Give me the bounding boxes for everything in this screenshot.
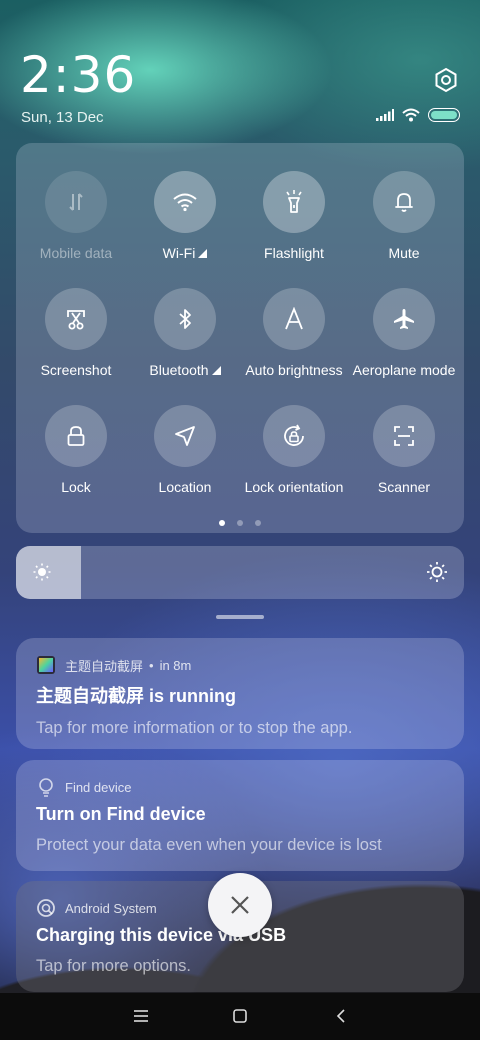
recents-button[interactable] [128,1003,154,1029]
page-indicator [16,520,464,526]
aeroplane-icon [394,309,414,329]
wifi-icon [402,108,420,122]
tile-lock-label: Lock [61,479,91,495]
brightness-low-icon [33,563,51,581]
notification-card[interactable]: Find device Turn on Find device Protect … [16,760,464,871]
location-icon [175,426,195,446]
tile-screenshot-label: Screenshot [40,362,112,378]
quick-settings-panel: Mobile data Wi-Fi Flashlight Mute Screen… [16,143,464,533]
drag-handle[interactable] [216,615,264,619]
wifi-icon [173,193,197,212]
tile-lock-orientation-circle[interactable] [263,405,325,467]
tile-auto-brightness[interactable]: Auto brightness [239,288,349,378]
menu-icon [134,1010,148,1022]
tile-lock[interactable]: Lock [21,405,131,495]
clock-time: 2:36 [20,46,137,104]
notification-body: Protect your data even when your device … [36,836,382,854]
scissors-icon [67,310,85,330]
notification-title: 主题自动截屏 is running [36,686,236,706]
bell-icon [395,193,413,212]
notification-app-name: 主题自动截屏 [65,658,144,674]
home-button[interactable] [227,1003,253,1029]
tile-flashlight[interactable]: Flashlight [239,171,349,261]
navigation-bar [0,993,480,1040]
tile-bluetooth-label: Bluetooth [130,362,240,378]
find-device-icon [36,777,56,797]
settings-button[interactable] [432,66,460,94]
tile-bluetooth-label-text: Bluetooth [149,362,209,378]
tile-scanner-circle[interactable] [373,405,435,467]
mobile-data-icon [69,193,83,211]
tile-mobile-data-circle[interactable] [45,171,107,233]
tile-screenshot-circle[interactable] [45,288,107,350]
notification-header: Find device [36,777,444,797]
page-dot-active[interactable] [219,520,225,526]
tile-location-label: Location [158,479,212,495]
tile-mute-label: Mute [388,245,420,261]
battery-icon [428,108,460,122]
tile-screenshot[interactable]: Screenshot [21,288,131,378]
auto-brightness-icon [285,307,303,330]
tile-mute-circle[interactable] [373,171,435,233]
notification-time: in 8m [159,657,192,673]
tile-mobile-data[interactable]: Mobile data [21,171,131,261]
notification-app-name: Find device [65,779,132,795]
page-dot[interactable] [237,520,243,526]
notification-header: 主题自动截屏 • in 8m [36,656,444,674]
expand-triangle-icon [198,249,208,258]
tile-wifi[interactable]: Wi-Fi [130,171,240,261]
tile-location-circle[interactable] [154,405,216,467]
battery-fill [431,111,457,119]
notification-title: Turn on Find device [36,804,206,824]
tile-aeroplane-circle[interactable] [373,288,435,350]
flashlight-icon [286,190,302,213]
rotation-lock-icon [284,424,304,446]
tile-flashlight-circle[interactable] [263,171,325,233]
tile-flashlight-label: Flashlight [264,245,324,261]
tile-aeroplane-label: Aeroplane mode [352,362,456,378]
tile-scanner[interactable]: Scanner [349,405,459,495]
tile-aeroplane[interactable]: Aeroplane mode [349,288,459,378]
bluetooth-icon [179,309,191,329]
theme-screenshot-app-icon [36,655,56,675]
header-separator: • [149,657,154,673]
home-square-icon [233,1009,247,1023]
tile-scanner-label: Scanner [377,479,431,495]
notification-body: Tap for more options. [36,957,191,975]
tile-auto-brightness-label: Auto brightness [245,362,343,378]
tile-location[interactable]: Location [130,405,240,495]
tile-bluetooth-circle[interactable] [154,288,216,350]
notification-app-name: Android System [65,900,157,916]
tile-wifi-circle[interactable] [154,171,216,233]
lock-icon [67,426,85,446]
tile-lock-orientation-label: Lock orientation [244,479,344,495]
tile-bluetooth[interactable]: Bluetooth [130,288,240,378]
signal-icon [376,109,394,121]
android-system-icon [36,898,56,918]
notification-body: Tap for more information or to stop the … [36,719,353,737]
scanner-icon [394,426,414,446]
tile-lock-orientation[interactable]: Lock orientation [239,405,349,495]
brightness-slider[interactable] [16,546,464,599]
notification-card[interactable]: 主题自动截屏 • in 8m 主题自动截屏 is running Tap for… [16,638,464,749]
brightness-high-icon [427,562,447,582]
settings-hex-icon [435,67,457,93]
tile-wifi-label-text: Wi-Fi [162,245,196,261]
page-dot[interactable] [255,520,261,526]
back-button[interactable] [328,1003,354,1029]
clear-all-button[interactable] [208,873,272,937]
date-label: Sun, 13 Dec [21,109,104,126]
chevron-left-icon [336,1009,345,1023]
tile-lock-circle[interactable] [45,405,107,467]
tile-auto-brightness-circle[interactable] [263,288,325,350]
expand-triangle-icon [211,366,221,375]
tile-mute[interactable]: Mute [349,171,459,261]
tile-mobile-data-label: Mobile data [39,245,113,261]
tile-wifi-label: Wi-Fi [130,245,240,261]
close-icon [231,896,249,914]
status-icons [376,108,460,122]
